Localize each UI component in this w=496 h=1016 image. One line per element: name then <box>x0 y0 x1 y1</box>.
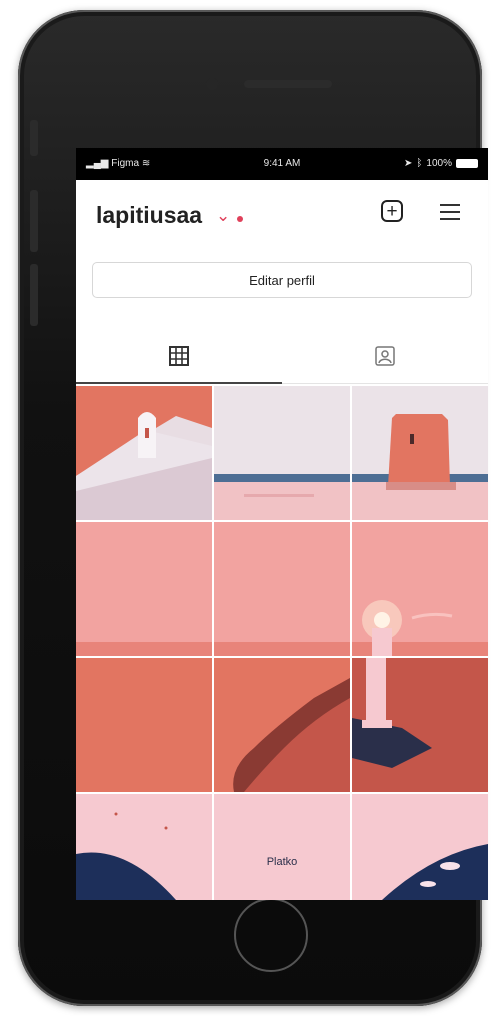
post-tile[interactable] <box>214 386 350 520</box>
phone-frame: ▂▄▆ Figma ≋ 9:41 AM ➤ ᛒ 100% lapitiusaa … <box>18 10 488 1006</box>
menu-icon-line <box>440 218 460 220</box>
home-button[interactable] <box>230 894 312 976</box>
post-caption: Platko <box>266 856 298 868</box>
tab-grid[interactable] <box>76 330 282 382</box>
mute-switch <box>30 120 38 156</box>
menu-icon-line <box>440 211 460 213</box>
post-tile[interactable] <box>352 522 488 656</box>
post-tile[interactable] <box>76 522 212 656</box>
post-tile[interactable]: Platko <box>214 794 350 900</box>
grid-icon <box>169 346 189 366</box>
post-tile[interactable] <box>352 658 488 792</box>
plus-icon: + <box>386 200 398 222</box>
battery-status: ➤ ᛒ 100% <box>404 158 478 169</box>
edit-profile-button[interactable]: Editar perfil <box>92 262 472 298</box>
screen: ▂▄▆ Figma ≋ 9:41 AM ➤ ᛒ 100% lapitiusaa … <box>76 148 488 900</box>
post-tile[interactable] <box>76 386 212 520</box>
new-post-button[interactable]: + <box>381 200 403 222</box>
menu-button[interactable] <box>440 204 462 220</box>
volume-up-button <box>30 190 38 252</box>
account-switch-chevron-icon[interactable]: ⌄ <box>216 206 230 226</box>
battery-percentage: 100% <box>426 158 452 169</box>
username[interactable]: lapitiusaa <box>96 202 202 229</box>
active-tab-indicator <box>76 382 282 384</box>
menu-icon <box>440 204 460 206</box>
post-tile[interactable] <box>214 658 350 792</box>
post-tile[interactable] <box>214 522 350 656</box>
notification-dot <box>237 216 243 222</box>
tagged-user-icon <box>375 346 395 366</box>
profile-header: lapitiusaa ⌄ + <box>76 180 488 252</box>
location-icon: ➤ <box>404 158 413 169</box>
post-tile[interactable] <box>76 794 212 900</box>
post-tile[interactable] <box>352 794 488 900</box>
post-tile[interactable] <box>76 658 212 792</box>
volume-down-button <box>30 264 38 326</box>
status-bar: ▂▄▆ Figma ≋ 9:41 AM ➤ ᛒ 100% <box>76 148 488 178</box>
battery-icon <box>456 159 478 168</box>
profile-screen: lapitiusaa ⌄ + Editar perfil Platko <box>76 180 488 900</box>
bluetooth-icon: ᛒ <box>416 158 423 169</box>
profile-tabs <box>76 330 488 386</box>
posts-grid: Platko <box>76 386 488 900</box>
tab-divider <box>282 383 488 384</box>
post-tile[interactable] <box>352 386 488 520</box>
tab-tagged[interactable] <box>282 330 488 382</box>
front-camera <box>206 78 218 90</box>
earpiece-speaker <box>244 80 332 88</box>
